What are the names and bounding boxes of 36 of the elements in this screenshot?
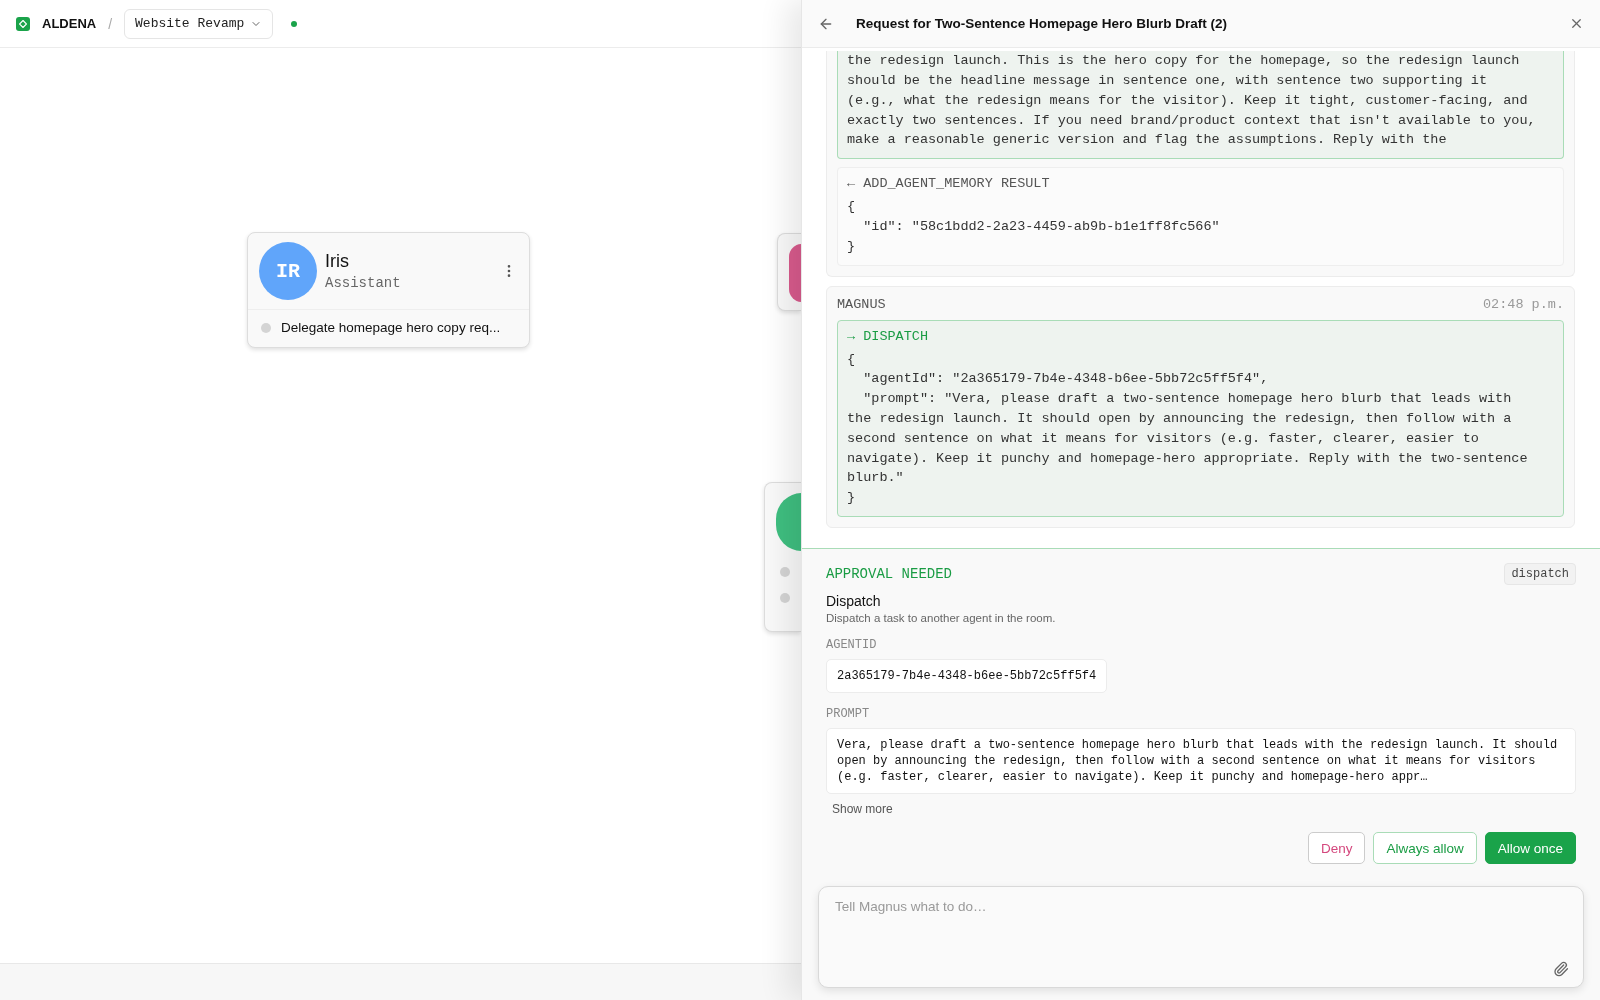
approval-heading: APPROVAL NEEDED: [826, 566, 953, 582]
code-text: { "id": "58c1bdd2-2a23-4459-ab9b-b1e1ff8fc566" }: [847, 198, 1221, 256]
field-value: 2a365179-7b4e-4348-b6ee-5bb72c5ff5f4: [826, 659, 1108, 693]
message-sender: MAGNUS: [837, 296, 886, 312]
field-label: AGENTID: [826, 638, 878, 652]
tool-tag: dispatch: [1504, 563, 1576, 585]
deny-button[interactable]: Deny: [1307, 832, 1366, 864]
logo-icon: [16, 16, 30, 31]
tool-description: Dispatch a task to another agent in the room.: [826, 612, 1057, 624]
always-allow-button[interactable]: Always allow: [1373, 832, 1477, 864]
brand-name: ALDENA: [42, 16, 97, 31]
panel-title: Request for Two-Sentence Homepage Hero Blurb Draft (2): [856, 16, 1229, 31]
message-composer[interactable]: Tell Magnus what to do…: [818, 886, 1584, 988]
code-text: { "agentId": "2a365179-7b4e-4348-b6ee-5bb72c5ff5f4", "prompt": "Vera, please draft a two-sentence homepage hero blurb that leads with the redesign launch. It should open by announcing the redesign, then follow with a second sentence on what it means for visitors (e.g. faster, clearer, easier to navigate). Keep it punchy and homepage-hero appropriate. Reply with the two-sentence blurb." }: [847, 350, 1529, 508]
code-text: the redesign launch. This is the hero copy for the homepage, so the redesign launch should be the headline message in sentence one, with sentence two supporting it (e.g., what the redesign means for the visitor). Keep it tight, customer-facing, and exactly two sentences. If you need brand/product context that isn't available to you, make a reasonable generic version and flag the assumptions. Reply with the: [847, 52, 1537, 150]
agent-card[interactable]: IR Iris Assistant Delegate homepage hero copy req...: [247, 232, 530, 348]
message-time: 02:48 p.m.: [1483, 296, 1564, 312]
task-status-dot: [780, 593, 790, 603]
project-dropdown[interactable]: Website Revamp: [124, 8, 274, 39]
breadcrumb-separator: /: [108, 15, 113, 32]
agent-role: Assistant: [325, 275, 402, 291]
task-status-dot: [261, 322, 271, 333]
task-label: Delegate homepage hero copy req...: [281, 320, 501, 335]
block-label: ← ADD_AGENT_MEMORY RESULT: [847, 176, 1051, 192]
field-label: PROMPT: [826, 707, 871, 721]
block-label: → DISPATCH: [847, 328, 929, 344]
agent-name: Iris: [325, 251, 350, 272]
avatar: IR: [259, 242, 317, 300]
task-status-dot: [780, 567, 790, 577]
agent-card[interactable]: [777, 233, 801, 311]
attach-icon[interactable]: [1553, 961, 1569, 977]
agent-card[interactable]: [764, 482, 801, 632]
field-value: Vera, please draft a two-sentence homepage hero blurb that leads with the redesign launch. It should open by announcing the redesign, then follow with a second sentence on what it means for visitors (e.g. faster, clearer, easier to navigate). Keep it punchy and homepage-hero appr…: [826, 728, 1576, 794]
show-more-link[interactable]: Show more: [826, 796, 899, 822]
close-icon[interactable]: [1569, 16, 1584, 31]
tool-name: Dispatch: [826, 593, 882, 609]
